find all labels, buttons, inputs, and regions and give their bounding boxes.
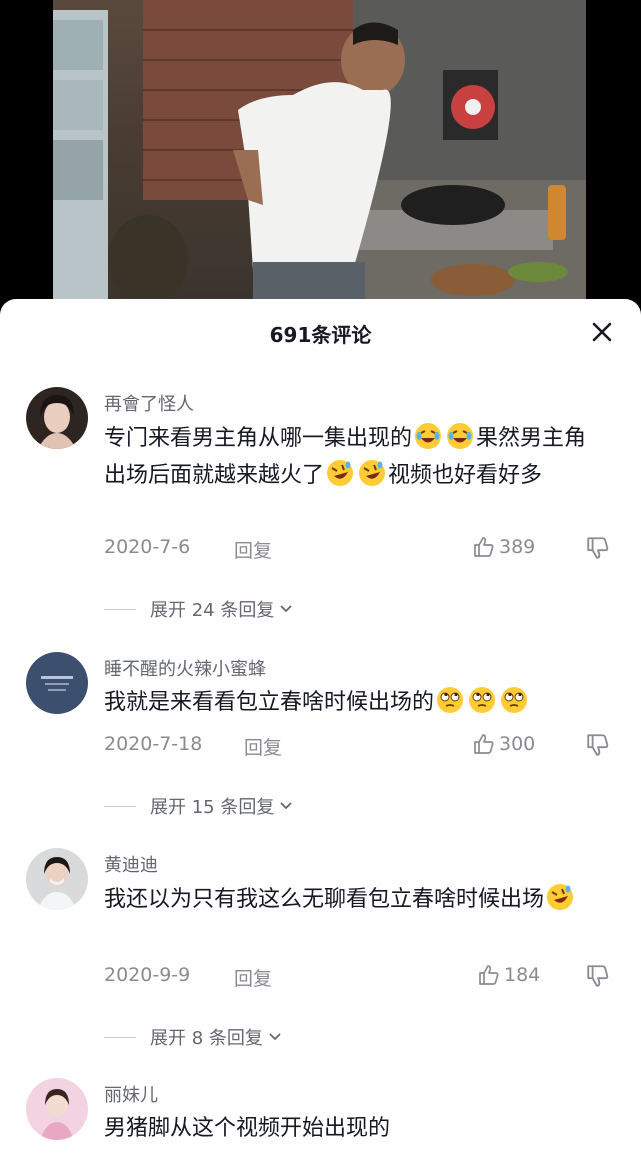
expand-divider	[104, 805, 136, 807]
avatar[interactable]	[26, 652, 88, 714]
eye-roll-emoji	[501, 687, 528, 713]
rolling-laugh-emoji	[547, 884, 574, 910]
like-button[interactable]: 184	[477, 963, 540, 987]
expand-replies-label: 展开 8 条回复	[150, 1028, 263, 1049]
laugh-cry-emoji	[415, 423, 442, 449]
comment-date: 2020-7-6	[104, 536, 191, 558]
close-icon[interactable]	[587, 317, 617, 347]
comment-text: 男猪脚从这个视频开始出现的	[104, 1110, 604, 1147]
chevron-down-icon	[280, 802, 292, 810]
comment-text-part: 男猪脚从这个视频开始出现的	[104, 1116, 391, 1141]
comment-date: 2020-7-18	[104, 733, 203, 755]
thumbs-down-icon[interactable]	[585, 732, 611, 758]
rolling-laugh-emoji	[327, 460, 354, 486]
video-player[interactable]	[0, 0, 641, 305]
thumbs-down-icon[interactable]	[585, 963, 611, 989]
comment-username[interactable]: 丽妹儿	[104, 1081, 158, 1107]
expand-replies-label: 展开 15 条回复	[150, 797, 275, 818]
video-frame	[53, 0, 586, 305]
like-button[interactable]: 389	[472, 535, 535, 559]
reply-button[interactable]: 回复	[244, 733, 282, 760]
chevron-down-icon	[280, 605, 292, 613]
comment-text: 我还以为只有我这么无聊看包立春啥时候出场	[104, 881, 604, 918]
comment-username[interactable]: 黄迪迪	[104, 851, 158, 877]
expand-divider	[104, 1036, 136, 1038]
laugh-cry-emoji	[447, 423, 474, 449]
eye-roll-emoji	[437, 687, 464, 713]
expand-replies-button[interactable]: 展开 24 条回复	[104, 596, 294, 622]
comment-text-part: 我还以为只有我这么无聊看包立春啥时候出场	[104, 887, 545, 912]
comments-count-title: 691条评论	[269, 323, 372, 347]
like-count: 389	[499, 536, 536, 558]
avatar[interactable]	[26, 848, 88, 910]
comment-username[interactable]: 睡不醒的火辣小蜜蜂	[104, 655, 266, 681]
thumbs-up-icon	[474, 734, 494, 754]
comment-text-part: 视频也好看好多	[388, 463, 543, 488]
reply-button[interactable]: 回复	[234, 964, 272, 991]
avatar[interactable]	[26, 387, 88, 449]
comment-username[interactable]: 再會了怪人	[104, 390, 194, 416]
reply-button[interactable]: 回复	[234, 536, 272, 563]
thumbs-up-icon	[474, 537, 494, 557]
comment-text: 我就是来看看包立春啥时候出场的	[104, 684, 604, 721]
thumbs-down-icon[interactable]	[585, 535, 611, 561]
comments-header: 691条评论	[0, 299, 641, 367]
comment-text-part: 专门来看男主角从哪一集出现的	[104, 426, 413, 451]
rolling-laugh-emoji	[359, 460, 386, 486]
like-count: 300	[499, 733, 536, 755]
comments-panel: 691条评论 再會了怪人 专门来看男主角从哪一集出现的 果然男主角出场后面就越来越…	[0, 299, 641, 1153]
comment-text: 专门来看男主角从哪一集出现的 果然男主角出场后面就越来越火了 视频也好看好多	[104, 420, 604, 494]
eye-roll-emoji	[469, 687, 496, 713]
avatar[interactable]	[26, 1078, 88, 1140]
thumbs-up-icon	[479, 965, 499, 985]
comment-date: 2020-9-9	[104, 964, 191, 986]
chevron-down-icon	[269, 1033, 281, 1041]
expand-replies-label: 展开 24 条回复	[150, 600, 275, 621]
like-button[interactable]: 300	[472, 732, 535, 756]
expand-replies-button[interactable]: 展开 15 条回复	[104, 793, 294, 819]
like-count: 184	[504, 964, 541, 986]
expand-replies-button[interactable]: 展开 8 条回复	[104, 1024, 283, 1050]
expand-divider	[104, 608, 136, 610]
video-frame-illustration	[53, 0, 586, 305]
comment-text-part: 我就是来看看包立春啥时候出场的	[104, 690, 435, 715]
